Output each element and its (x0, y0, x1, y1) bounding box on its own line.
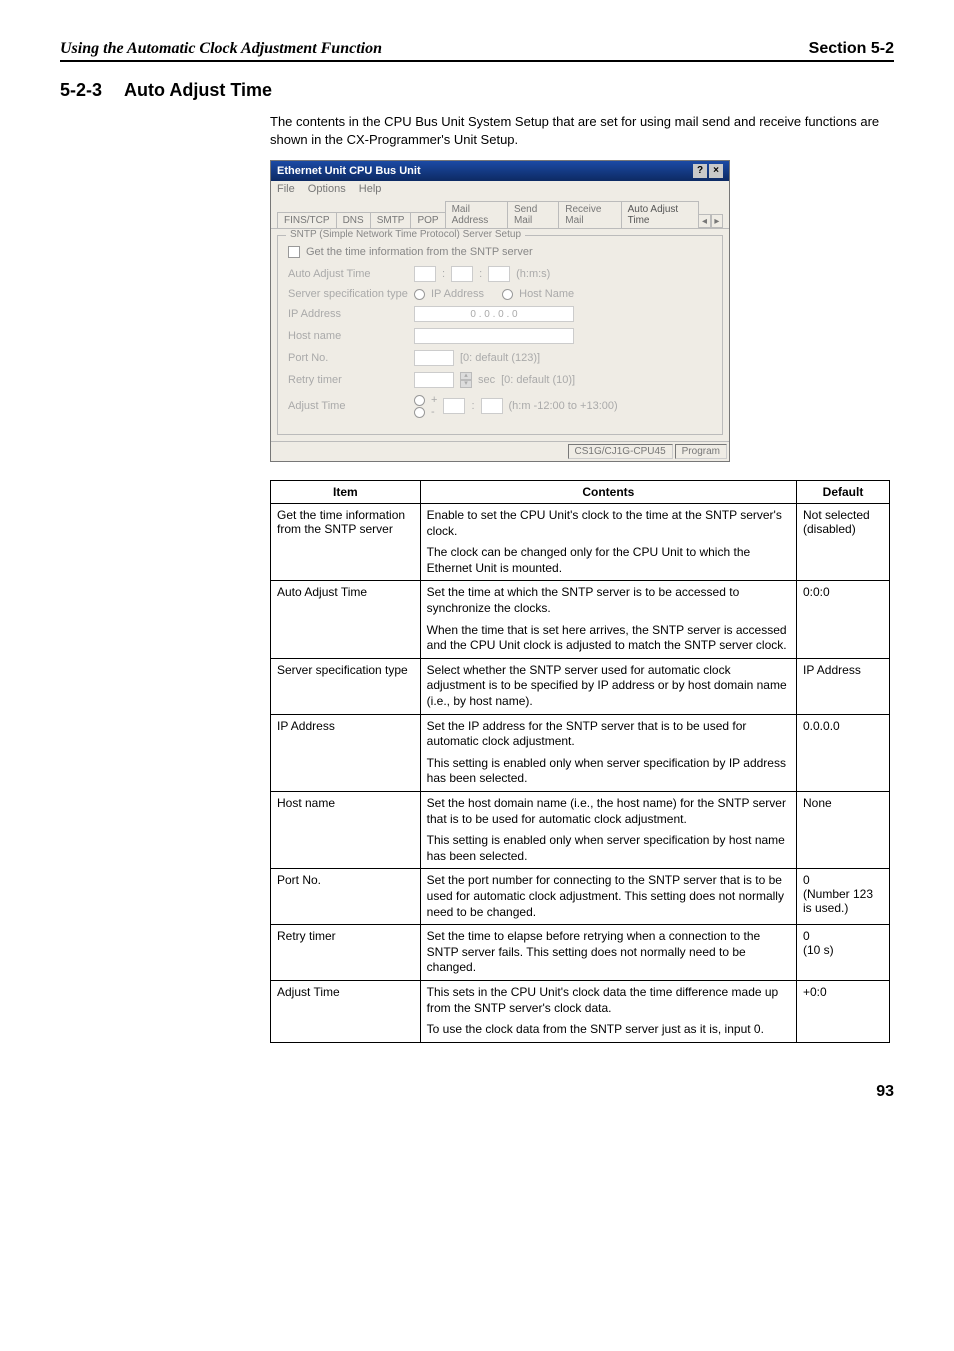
table-cell-default: None (797, 792, 890, 869)
tab-dns[interactable]: DNS (336, 212, 371, 228)
status-cpu: CS1G/CJ1G-CPU45 (568, 444, 673, 459)
port-no-input[interactable] (414, 350, 454, 366)
close-icon[interactable]: × (709, 164, 723, 178)
tab-autoadjust[interactable]: Auto Adjust Time (621, 201, 700, 228)
titlebar: Ethernet Unit CPU Bus Unit ? × (271, 161, 729, 181)
statusbar: CS1G/CJ1G-CPU45 Program (271, 441, 729, 461)
tab-receivemail[interactable]: Receive Mail (558, 201, 621, 228)
table-cell-contents: Select whether the SNTP server used for … (420, 658, 796, 714)
table-cell-contents: Set the time to elapse before retrying w… (420, 925, 796, 981)
server-spec-host-text: Host Name (519, 288, 574, 300)
table-cell-default: Not selected (disabled) (797, 504, 890, 581)
adjust-time-label: Adjust Time (288, 400, 408, 412)
tab-finstcp[interactable]: FINS/TCP (277, 212, 337, 228)
sntp-groupbox: SNTP (Simple Network Time Protocol) Serv… (277, 235, 723, 435)
auto-adjust-unit: (h:m:s) (516, 268, 550, 280)
server-spec-label: Server specification type (288, 288, 408, 300)
table-cell-contents: Set the host domain name (i.e., the host… (420, 792, 796, 869)
port-no-label: Port No. (288, 352, 408, 364)
tab-sendmail[interactable]: Send Mail (507, 201, 559, 228)
server-spec-ip-radio[interactable] (414, 289, 425, 300)
adjust-time-h[interactable] (443, 398, 465, 414)
help-icon[interactable]: ? (693, 164, 707, 178)
retry-timer-hint: [0: default (10)] (501, 374, 575, 386)
menu-options[interactable]: Options (308, 183, 346, 195)
get-time-checkbox[interactable] (288, 246, 300, 258)
auto-adjust-m[interactable] (451, 266, 473, 282)
host-name-input[interactable] (414, 328, 574, 344)
table-cell-contents: Set the IP address for the SNTP server t… (420, 714, 796, 791)
retry-timer-label: Retry timer (288, 374, 408, 386)
table-cell-item: IP Address (271, 714, 421, 791)
tab-smtp[interactable]: SMTP (370, 212, 412, 228)
table-cell-item: Get the time information from the SNTP s… (271, 504, 421, 581)
tab-pop[interactable]: POP (410, 212, 445, 228)
heading-title: Auto Adjust Time (124, 80, 272, 101)
heading-number: 5-2-3 (60, 80, 102, 101)
page-header: Using the Automatic Clock Adjustment Fun… (60, 40, 894, 62)
adjust-time-plus-radio[interactable] (414, 395, 425, 406)
col-item: Item (271, 481, 421, 504)
get-time-label: Get the time information from the SNTP s… (306, 246, 533, 258)
tab-mailaddress[interactable]: Mail Address (445, 201, 508, 228)
table-cell-item: Host name (271, 792, 421, 869)
table-cell-default: 0 (Number 123 is used.) (797, 869, 890, 925)
adjust-time-hint: (h:m -12:00 to +13:00) (509, 400, 618, 412)
header-right: Section 5-2 (809, 40, 894, 58)
intro-text: The contents in the CPU Bus Unit System … (270, 113, 894, 148)
ip-address-input[interactable]: 0 . 0 . 0 . 0 (414, 306, 574, 322)
tab-scroll-right-icon[interactable]: ▸ (711, 214, 723, 228)
menu-help[interactable]: Help (359, 183, 382, 195)
retry-spinner[interactable]: ▴▾ (460, 372, 472, 388)
auto-adjust-h[interactable] (414, 266, 436, 282)
adjust-time-m[interactable] (481, 398, 503, 414)
table-cell-default: IP Address (797, 658, 890, 714)
group-legend: SNTP (Simple Network Time Protocol) Serv… (286, 229, 525, 240)
table-cell-default: 0.0.0.0 (797, 714, 890, 791)
table-cell-contents: This sets in the CPU Unit's clock data t… (420, 980, 796, 1042)
adjust-time-minus-radio[interactable] (414, 407, 425, 418)
section-heading: 5-2-3 Auto Adjust Time (60, 80, 894, 101)
col-contents: Contents (420, 481, 796, 504)
port-no-hint: [0: default (123)] (460, 352, 540, 364)
table-cell-contents: Set the port number for connecting to th… (420, 869, 796, 925)
table-cell-default: +0:0 (797, 980, 890, 1042)
table-cell-default: 0 (10 s) (797, 925, 890, 981)
retry-timer-input[interactable] (414, 372, 454, 388)
menubar: File Options Help (271, 181, 729, 197)
table-cell-default: 0:0:0 (797, 581, 890, 658)
dialog-window: Ethernet Unit CPU Bus Unit ? × File Opti… (270, 160, 730, 462)
col-default: Default (797, 481, 890, 504)
host-name-label: Host name (288, 330, 408, 342)
ip-address-label: IP Address (288, 308, 408, 320)
table-cell-item: Server specification type (271, 658, 421, 714)
tabstrip: FINS/TCP DNS SMTP POP Mail Address Send … (271, 197, 729, 229)
status-mode: Program (675, 444, 727, 459)
page-number: 93 (60, 1083, 894, 1101)
table-cell-item: Auto Adjust Time (271, 581, 421, 658)
table-cell-contents: Set the time at which the SNTP server is… (420, 581, 796, 658)
auto-adjust-s[interactable] (488, 266, 510, 282)
retry-timer-unit: sec (478, 374, 495, 386)
server-spec-host-radio[interactable] (502, 289, 513, 300)
table-cell-item: Retry timer (271, 925, 421, 981)
auto-adjust-label: Auto Adjust Time (288, 268, 408, 280)
settings-table: Item Contents Default Get the time infor… (270, 480, 890, 1043)
table-cell-item: Port No. (271, 869, 421, 925)
window-title: Ethernet Unit CPU Bus Unit (277, 165, 421, 177)
header-left: Using the Automatic Clock Adjustment Fun… (60, 40, 382, 58)
table-cell-item: Adjust Time (271, 980, 421, 1042)
table-cell-contents: Enable to set the CPU Unit's clock to th… (420, 504, 796, 581)
menu-file[interactable]: File (277, 183, 295, 195)
server-spec-ip-text: IP Address (431, 288, 484, 300)
tab-scroll-left-icon[interactable]: ◂ (698, 214, 710, 228)
